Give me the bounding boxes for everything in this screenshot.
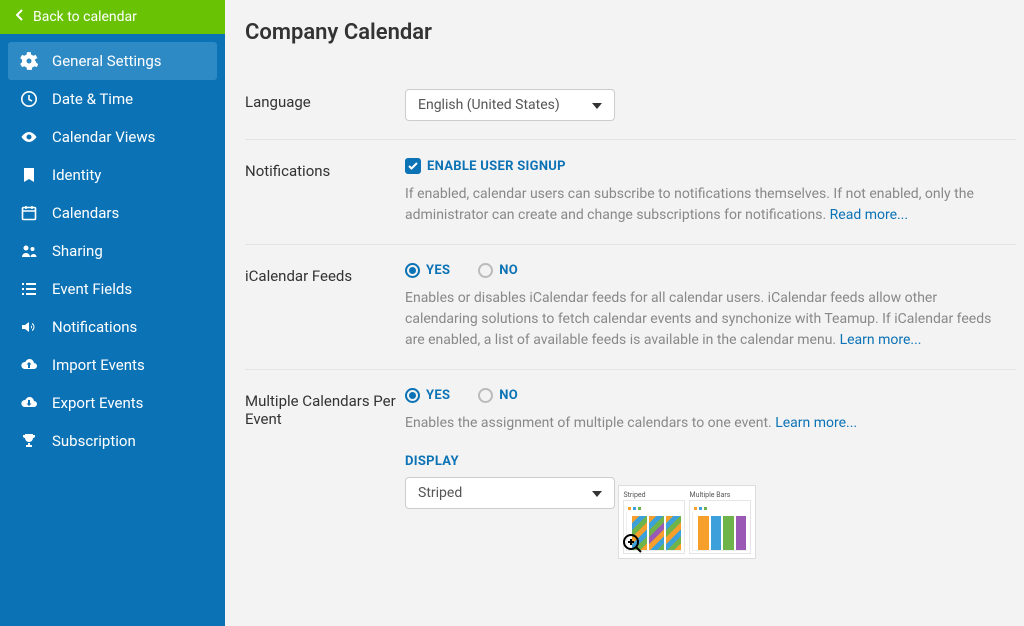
- radio-selected-icon: [405, 263, 420, 278]
- section-label: Multiple Calendars Per Event: [245, 388, 405, 559]
- display-preview-image[interactable]: Striped Multiple Bars: [618, 485, 756, 559]
- sidebar-item-event-fields[interactable]: Event Fields: [8, 270, 217, 308]
- sidebar-item-label: Date & Time: [52, 90, 133, 108]
- sidebar-item-label: Identity: [52, 166, 101, 184]
- sidebar-item-export-events[interactable]: Export Events: [8, 384, 217, 422]
- gear-icon: [20, 52, 38, 70]
- sidebar-item-general-settings[interactable]: General Settings: [8, 42, 217, 80]
- cloud-upload-icon: [20, 356, 38, 374]
- notifications-read-more-link[interactable]: Read more...: [830, 207, 908, 223]
- section-label: Notifications: [245, 158, 405, 226]
- ical-description: Enables or disables iCalendar feeds for …: [405, 288, 1005, 351]
- language-value: English (United States): [418, 97, 560, 113]
- bookmark-icon: [20, 166, 38, 184]
- sidebar-item-date-time[interactable]: Date & Time: [8, 80, 217, 118]
- page-title: Company Calendar: [245, 20, 1016, 45]
- sidebar-item-subscription[interactable]: Subscription: [8, 422, 217, 460]
- sidebar-item-label: Import Events: [52, 356, 145, 374]
- display-value: Striped: [418, 485, 462, 501]
- sidebar-item-label: Event Fields: [52, 280, 132, 298]
- checkbox-label: ENABLE USER SIGNUP: [427, 159, 566, 174]
- sidebar-item-import-events[interactable]: Import Events: [8, 346, 217, 384]
- display-label: DISPLAY: [405, 454, 1016, 469]
- radio-label: NO: [499, 388, 518, 403]
- speaker-icon: [20, 318, 38, 336]
- language-select[interactable]: English (United States): [405, 89, 615, 121]
- back-label: Back to calendar: [33, 9, 137, 25]
- display-select[interactable]: Striped: [405, 477, 615, 509]
- multi-radio-yes[interactable]: YES: [405, 388, 450, 403]
- sidebar-item-label: Calendar Views: [52, 128, 155, 146]
- section-multiple-calendars: Multiple Calendars Per Event YES NO Enab…: [245, 370, 1016, 577]
- caret-down-icon: [592, 97, 602, 113]
- magnify-icon: [622, 533, 644, 555]
- section-label: Language: [245, 89, 405, 121]
- radio-selected-icon: [405, 388, 420, 403]
- sidebar-item-label: Subscription: [52, 432, 136, 450]
- radio-unselected-icon: [478, 263, 493, 278]
- cloud-download-icon: [20, 394, 38, 412]
- chevron-left-icon: [16, 9, 23, 25]
- ical-radio-no[interactable]: NO: [478, 263, 518, 278]
- caret-down-icon: [592, 485, 602, 501]
- back-to-calendar-button[interactable]: Back to calendar: [0, 0, 225, 34]
- sidebar-nav: General Settings Date & Time Calendar Vi…: [0, 34, 225, 468]
- notifications-description: If enabled, calendar users can subscribe…: [405, 184, 1005, 226]
- sidebar-item-label: Calendars: [52, 204, 119, 222]
- section-language: Language English (United States): [245, 71, 1016, 140]
- section-label: iCalendar Feeds: [245, 263, 405, 351]
- radio-label: NO: [499, 263, 518, 278]
- sidebar-item-label: Export Events: [52, 394, 143, 412]
- calendar-icon: [20, 204, 38, 222]
- people-icon: [20, 242, 38, 260]
- multi-radio-no[interactable]: NO: [478, 388, 518, 403]
- radio-unselected-icon: [478, 388, 493, 403]
- sidebar-item-sharing[interactable]: Sharing: [8, 232, 217, 270]
- radio-label: YES: [426, 388, 450, 403]
- sidebar-item-label: Notifications: [52, 318, 137, 336]
- sidebar-item-identity[interactable]: Identity: [8, 156, 217, 194]
- ical-learn-more-link[interactable]: Learn more...: [840, 332, 922, 348]
- clock-icon: [20, 90, 38, 108]
- sidebar-item-calendar-views[interactable]: Calendar Views: [8, 118, 217, 156]
- checkbox-checked-icon: [405, 158, 421, 174]
- multi-learn-more-link[interactable]: Learn more...: [775, 415, 857, 431]
- list-icon: [20, 280, 38, 298]
- main-content: Company Calendar Language English (Unite…: [225, 0, 1024, 626]
- radio-label: YES: [426, 263, 450, 278]
- multi-description: Enables the assignment of multiple calen…: [405, 413, 1005, 434]
- trophy-icon: [20, 432, 38, 450]
- eye-icon: [20, 128, 38, 146]
- ical-radio-yes[interactable]: YES: [405, 263, 450, 278]
- sidebar-item-notifications[interactable]: Notifications: [8, 308, 217, 346]
- sidebar-item-calendars[interactable]: Calendars: [8, 194, 217, 232]
- section-notifications: Notifications ENABLE USER SIGNUP If enab…: [245, 140, 1016, 245]
- section-icalendar-feeds: iCalendar Feeds YES NO Enables or disabl…: [245, 245, 1016, 370]
- preview-right-title: Multiple Bars: [689, 490, 751, 500]
- sidebar-item-label: General Settings: [52, 52, 162, 70]
- enable-user-signup-checkbox[interactable]: ENABLE USER SIGNUP: [405, 158, 1016, 174]
- preview-left-title: Striped: [623, 490, 685, 500]
- sidebar: Back to calendar General Settings Date &…: [0, 0, 225, 626]
- sidebar-item-label: Sharing: [52, 242, 103, 260]
